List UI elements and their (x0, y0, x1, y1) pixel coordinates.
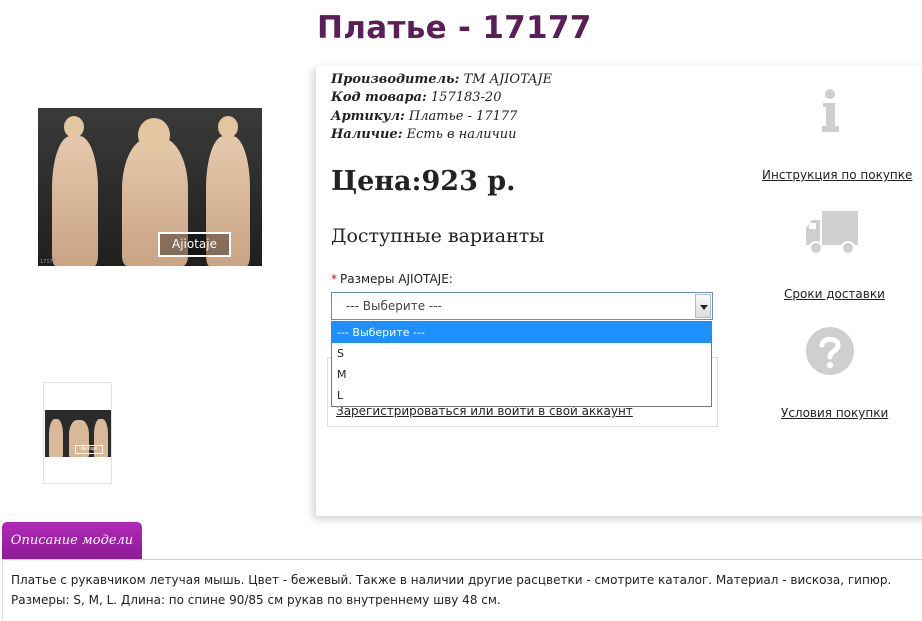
size-option-l[interactable]: L (332, 385, 711, 406)
size-dropdown-list[interactable]: --- Выберите --- S M L (331, 321, 712, 407)
size-option-default[interactable]: --- Выберите --- (332, 322, 711, 343)
variants-heading: Доступные варианты (331, 225, 545, 247)
delivery-terms-link[interactable]: Сроки доставки (784, 287, 885, 301)
tab-description[interactable]: Описание модели (2, 522, 142, 559)
model-figure-left (52, 136, 98, 266)
chevron-down-icon[interactable] (695, 294, 711, 318)
size-label-text: Размеры AJIOTAJE: (340, 272, 453, 286)
manufacturer-row: Производитель: ТМ AJIOTAJE (331, 71, 552, 89)
photo-code: 17177 (40, 259, 56, 265)
model-head-left (64, 116, 84, 138)
size-option-m[interactable]: M (332, 364, 711, 385)
size-label: * Размеры AJIOTAJE: (331, 272, 453, 286)
code-label: Код товара: (331, 90, 427, 106)
article-row: Артикул: Платье - 17177 (331, 108, 552, 126)
question-icon (806, 327, 854, 375)
article-label: Артикул: (331, 108, 405, 124)
purchase-terms-link[interactable]: Условия покупки (781, 406, 888, 420)
required-mark: * (331, 272, 337, 286)
model-head-center (138, 118, 170, 152)
model-head-right (218, 116, 238, 138)
availability-row: Наличие: Есть в наличии (331, 126, 552, 144)
info-icon (822, 89, 839, 132)
thumbnail-image: Ajiotaje (45, 410, 111, 457)
product-main-image[interactable]: Ajiotaje 17177 (38, 108, 262, 266)
page-title: Платье - 17177 (317, 10, 592, 46)
availability-value: Есть в наличии (406, 127, 517, 143)
thumb-figure-left (49, 419, 63, 457)
article-value: Платье - 17177 (408, 108, 518, 124)
size-select-value: --- Выберите --- (346, 299, 442, 313)
size-select[interactable]: --- Выберите --- (331, 292, 713, 320)
code-row: Код товара: 157183-20 (331, 89, 552, 107)
thumb-logo: Ajiotaje (75, 445, 103, 454)
description-text: Платье с рукавчиком летучая мышь. Цвет -… (11, 573, 892, 607)
availability-label: Наличие: (331, 127, 403, 143)
delivery-truck-icon (806, 211, 858, 255)
product-thumbnail[interactable]: Ajiotaje (43, 382, 112, 484)
purchase-instruction-link[interactable]: Инструкция по покупке (762, 168, 912, 182)
manufacturer-label: Производитель: (331, 72, 460, 87)
size-option-s[interactable]: S (332, 343, 711, 364)
manufacturer-value: ТМ AJIOTAJE (463, 72, 553, 87)
product-meta: Производитель: ТМ AJIOTAJE Код товара: 1… (331, 71, 552, 145)
brand-logo: Ajiotaje (158, 232, 231, 257)
product-price: Цена:923 р. (331, 166, 516, 197)
code-value: 157183-20 (430, 90, 502, 106)
